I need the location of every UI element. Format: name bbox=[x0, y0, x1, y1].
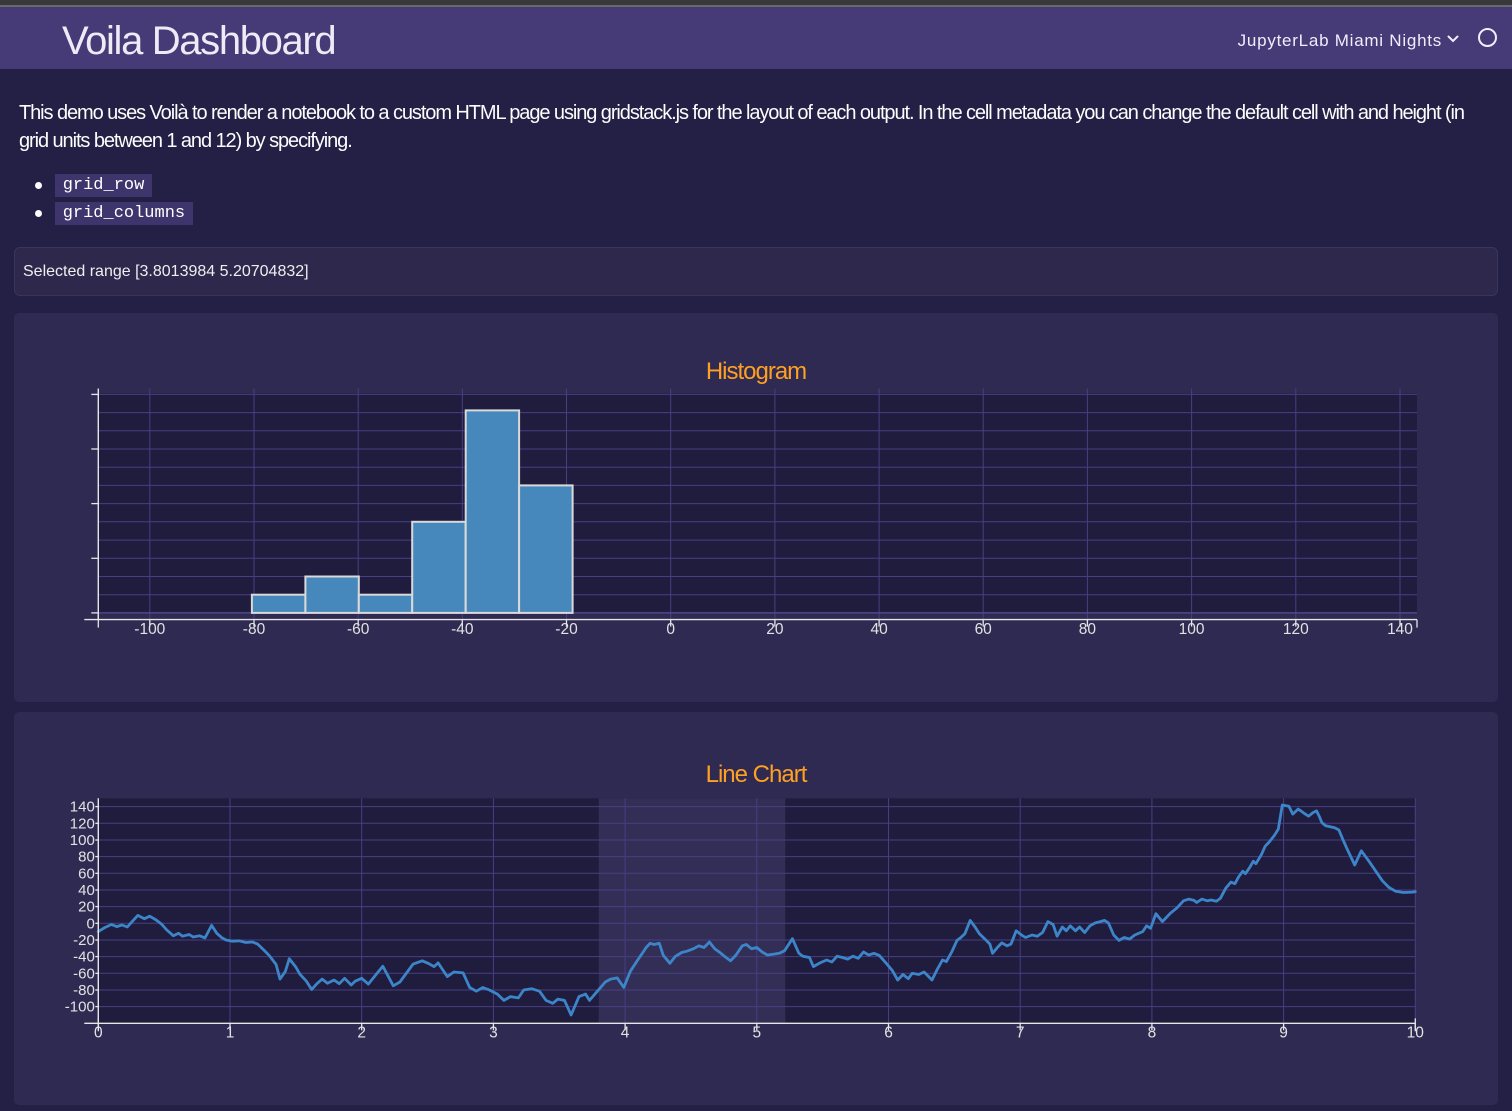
svg-text:140: 140 bbox=[1387, 621, 1413, 638]
svg-text:-80: -80 bbox=[73, 982, 95, 999]
svg-text:2: 2 bbox=[357, 1025, 366, 1042]
svg-text:100: 100 bbox=[70, 832, 95, 849]
svg-text:-80: -80 bbox=[243, 621, 266, 638]
svg-text:80: 80 bbox=[1079, 621, 1097, 638]
svg-text:140: 140 bbox=[70, 799, 95, 816]
svg-text:0: 0 bbox=[666, 621, 675, 638]
svg-text:-100: -100 bbox=[134, 621, 165, 638]
svg-text:-40: -40 bbox=[451, 621, 474, 638]
svg-text:8: 8 bbox=[1148, 1025, 1157, 1042]
svg-text:120: 120 bbox=[1283, 621, 1309, 638]
svg-text:60: 60 bbox=[78, 865, 95, 882]
svg-text:40: 40 bbox=[78, 882, 95, 899]
svg-text:-20: -20 bbox=[555, 621, 578, 638]
svg-text:9: 9 bbox=[1279, 1025, 1288, 1042]
svg-text:100: 100 bbox=[1179, 621, 1205, 638]
svg-text:120: 120 bbox=[70, 815, 95, 832]
svg-text:80: 80 bbox=[78, 849, 95, 866]
svg-text:6: 6 bbox=[884, 1025, 893, 1042]
svg-text:60: 60 bbox=[975, 621, 993, 638]
svg-text:-100: -100 bbox=[65, 999, 95, 1016]
svg-text:1: 1 bbox=[226, 1025, 235, 1042]
svg-text:0: 0 bbox=[86, 915, 94, 932]
svg-text:3: 3 bbox=[489, 1025, 498, 1042]
svg-text:5: 5 bbox=[752, 1025, 761, 1042]
svg-text:20: 20 bbox=[78, 899, 95, 916]
svg-text:-60: -60 bbox=[347, 621, 370, 638]
svg-text:-20: -20 bbox=[73, 932, 95, 949]
svg-text:40: 40 bbox=[870, 621, 888, 638]
svg-text:20: 20 bbox=[766, 621, 784, 638]
svg-text:-40: -40 bbox=[73, 949, 95, 966]
svg-text:7: 7 bbox=[1016, 1025, 1025, 1042]
svg-text:-60: -60 bbox=[73, 965, 95, 982]
svg-text:4: 4 bbox=[621, 1025, 630, 1042]
